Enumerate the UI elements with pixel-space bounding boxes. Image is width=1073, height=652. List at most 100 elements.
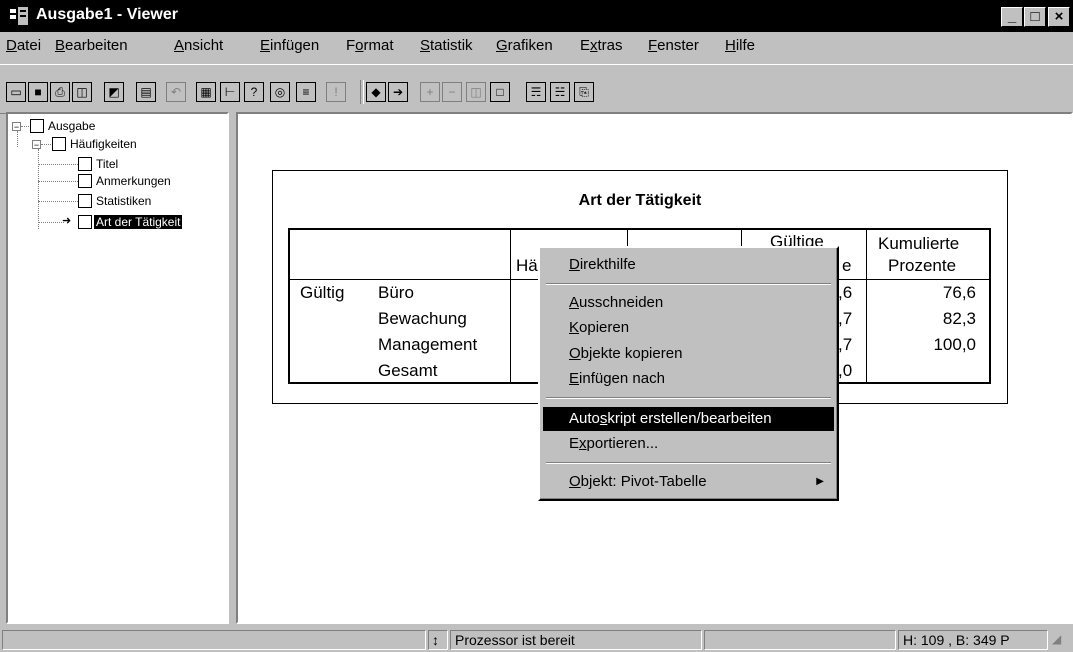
menu-statistik[interactable]: Statistik bbox=[420, 37, 473, 54]
goto-case-icon[interactable]: ⊢ bbox=[220, 82, 240, 102]
minimize-button[interactable]: _ bbox=[1001, 7, 1023, 27]
tree-node-anmerkungen[interactable]: Anmerkungen bbox=[96, 174, 171, 188]
tree-line bbox=[38, 222, 64, 223]
insert-heading-icon[interactable]: ☴ bbox=[526, 82, 546, 102]
print-icon[interactable]: ⎙ bbox=[50, 82, 70, 102]
menu-item-objekt-pivot-tabelle[interactable]: Objekt: Pivot-Tabelle ▶ bbox=[543, 470, 834, 494]
book-icon bbox=[52, 137, 66, 151]
toolbar-separator bbox=[360, 80, 364, 104]
menu-bar: Datei Bearbeiten Ansicht Einfügen Format… bbox=[0, 34, 1073, 60]
arrow-right-icon: ➜ bbox=[62, 215, 72, 227]
designate-window-icon[interactable]: ≡ bbox=[296, 82, 316, 102]
viewer-app-icon bbox=[10, 7, 28, 25]
menu-item-kopieren[interactable]: Kopieren bbox=[543, 316, 834, 340]
insert-title-icon[interactable]: ☵ bbox=[550, 82, 570, 102]
status-bar: ↕ Prozessor ist bereit H: 109 , B: 349 P… bbox=[0, 628, 1073, 652]
cell-valid-percent: ,7 bbox=[838, 335, 853, 354]
collapse-icon[interactable]: − bbox=[442, 82, 462, 102]
menu-item-einfuegen-nach[interactable]: Einfügen nach bbox=[543, 367, 834, 391]
header-kumulierte: Kumulierte bbox=[878, 234, 960, 253]
print-preview-icon[interactable]: ◫ bbox=[72, 82, 92, 102]
save-icon[interactable]: ■ bbox=[28, 82, 48, 102]
menu-ansicht[interactable]: Ansicht bbox=[174, 37, 223, 54]
collapse-icon[interactable]: − bbox=[32, 140, 41, 150]
title-bar[interactable]: Ausgabe1 - Viewer _ □ × bbox=[0, 0, 1073, 32]
tree-line bbox=[38, 149, 39, 229]
tree-line bbox=[38, 201, 78, 202]
menu-hilfe[interactable]: Hilfe bbox=[725, 37, 755, 54]
open-icon[interactable]: ▭ bbox=[6, 82, 26, 102]
menu-extras[interactable]: Extras bbox=[580, 37, 623, 54]
run-icon[interactable]: ! bbox=[326, 82, 346, 102]
menu-format[interactable]: Format bbox=[346, 37, 394, 54]
context-menu: Direkthilfe Ausschneiden Kopieren Objekt… bbox=[538, 246, 839, 501]
menu-fenster[interactable]: Fenster bbox=[648, 37, 699, 54]
variables-icon[interactable]: ? bbox=[244, 82, 264, 102]
window-title: Ausgabe1 - Viewer bbox=[36, 6, 178, 23]
header-prozente: Prozente bbox=[888, 256, 957, 275]
tree-node-statistiken[interactable]: Statistiken bbox=[96, 194, 151, 208]
cell-cumulative: 100,0 bbox=[933, 335, 976, 354]
status-pane-empty bbox=[2, 630, 426, 650]
tree-node-ausgabe[interactable]: Ausgabe bbox=[48, 119, 95, 133]
tree-node-haeufigkeiten[interactable]: Häufigkeiten bbox=[70, 137, 137, 151]
status-dimensions: H: 109 , B: 349 P bbox=[898, 630, 1048, 650]
tree-line bbox=[38, 181, 78, 182]
cell-cumulative: 82,3 bbox=[942, 309, 976, 328]
dialog-recall-icon[interactable]: ▦ bbox=[196, 82, 216, 102]
undo-icon[interactable]: ↶ bbox=[166, 82, 186, 102]
table-page-icon bbox=[78, 215, 92, 229]
pane-splitter[interactable] bbox=[229, 112, 236, 624]
collapse-icon[interactable]: − bbox=[12, 122, 21, 132]
promote-icon[interactable]: ◆ bbox=[366, 82, 386, 102]
menu-item-objekte-kopieren[interactable]: Objekte kopieren bbox=[543, 342, 834, 366]
header-gueltige-cont: e bbox=[842, 256, 852, 275]
notes-page-icon bbox=[78, 174, 92, 188]
tree-line bbox=[38, 164, 78, 165]
header-haeufigkeit: Hä bbox=[516, 256, 538, 275]
pivot-title: Art der Tätigkeit bbox=[578, 192, 702, 209]
goto-data-icon[interactable]: ▤ bbox=[136, 82, 156, 102]
cell-cumulative: 76,6 bbox=[942, 283, 976, 302]
outline-tree[interactable]: − Ausgabe − Häufigkeiten Titel Anmerkung… bbox=[6, 112, 229, 624]
row-label: Bewachung bbox=[378, 309, 467, 328]
menu-einfuegen[interactable]: Einfügen bbox=[260, 37, 319, 54]
cell-valid-percent: ,0 bbox=[838, 361, 853, 380]
menu-item-ausschneiden[interactable]: Ausschneiden bbox=[543, 291, 834, 315]
status-pane-empty bbox=[704, 630, 896, 650]
export-icon[interactable]: ◩ bbox=[104, 82, 124, 102]
row-label: Management bbox=[378, 335, 478, 354]
column-divider bbox=[866, 228, 867, 384]
menu-item-exportieren[interactable]: Exportieren... bbox=[543, 432, 834, 456]
book-icon bbox=[30, 119, 44, 133]
menu-separator bbox=[546, 462, 831, 464]
column-divider bbox=[510, 228, 511, 384]
tree-line bbox=[17, 131, 18, 147]
insert-text-icon[interactable]: ⎘ bbox=[574, 82, 594, 102]
row-label: Büro bbox=[378, 283, 414, 302]
menu-item-autoskript[interactable]: Autoskript erstellen/bearbeiten bbox=[543, 407, 834, 431]
row-group-gueltig: Gültig bbox=[300, 283, 345, 302]
maximize-button[interactable]: □ bbox=[1024, 7, 1046, 27]
menu-datei[interactable]: Datei bbox=[6, 37, 41, 54]
status-message: Prozessor ist bereit bbox=[450, 630, 702, 650]
use-sets-icon[interactable]: ◎ bbox=[270, 82, 290, 102]
menu-separator bbox=[546, 397, 831, 399]
close-button[interactable]: × bbox=[1048, 7, 1070, 27]
cell-valid-percent: ,6 bbox=[838, 283, 853, 302]
tree-node-titel[interactable]: Titel bbox=[96, 157, 118, 171]
tree-node-art-der-taetigkeit[interactable]: Art der Tätigkeit bbox=[94, 215, 183, 229]
expand-icon[interactable]: + bbox=[420, 82, 440, 102]
show-icon[interactable]: ◫ bbox=[466, 82, 486, 102]
demote-icon[interactable]: ➔ bbox=[388, 82, 408, 102]
title-page-icon bbox=[78, 157, 92, 171]
menu-grafiken[interactable]: Grafiken bbox=[496, 37, 553, 54]
menu-item-direkthilfe[interactable]: Direkthilfe bbox=[543, 253, 834, 277]
row-label: Gesamt bbox=[378, 361, 438, 380]
hide-icon[interactable]: □ bbox=[490, 82, 510, 102]
cell-valid-percent: ,7 bbox=[838, 309, 853, 328]
table-page-icon bbox=[78, 194, 92, 208]
resize-grip-icon[interactable]: ◢ bbox=[1052, 632, 1070, 650]
menu-bearbeiten[interactable]: Bearbeiten bbox=[55, 37, 128, 54]
submenu-arrow-icon: ▶ bbox=[816, 476, 824, 487]
